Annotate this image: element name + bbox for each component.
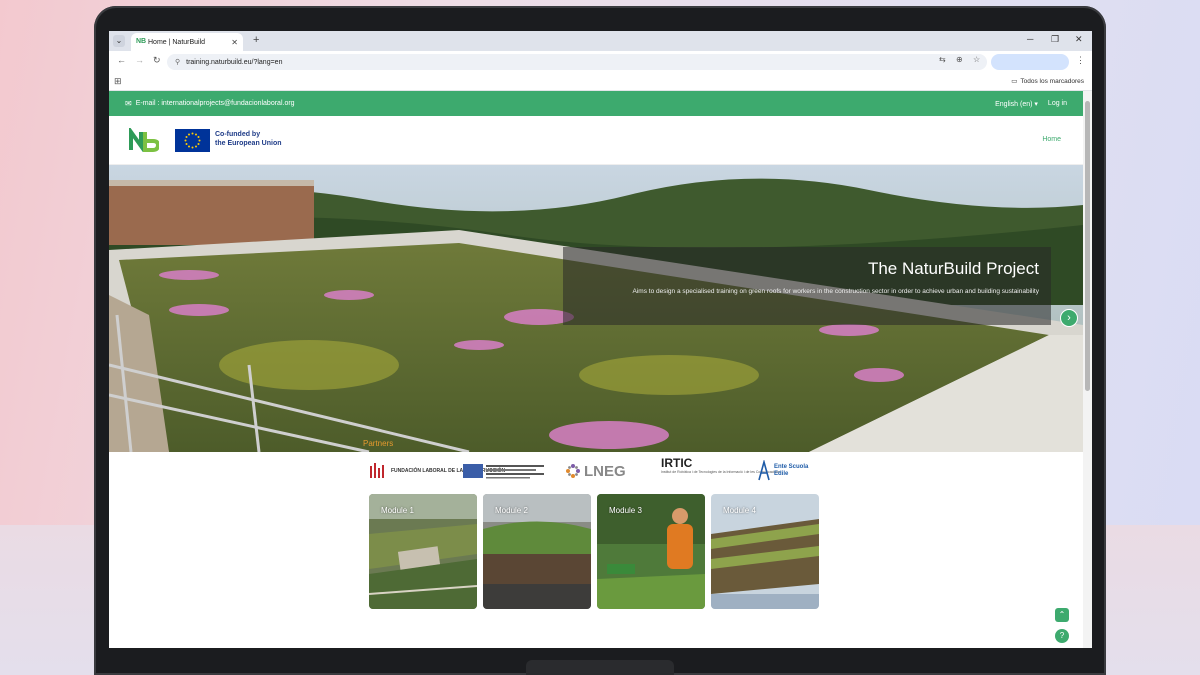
eu-cofunded-text: Co-funded by the European Union xyxy=(215,130,282,148)
folder-icon: ▭ xyxy=(1011,78,1018,85)
hero-carousel: The NaturBuild Project Aims to design a … xyxy=(109,165,1083,452)
minimize-icon[interactable]: ─ xyxy=(1027,34,1033,44)
hero-subtitle: Aims to design a specialised training on… xyxy=(632,288,1039,295)
module-card-4[interactable]: Module 4 xyxy=(711,494,819,609)
hero-caption: The NaturBuild Project Aims to design a … xyxy=(563,247,1051,325)
bookmark-star-icon[interactable]: ☆ xyxy=(973,55,980,64)
partner-name: IRTIC xyxy=(661,456,693,470)
browser-window: ⌄ NB Home | NaturBuild ✕ + ─ ❐ ✕ ← → ↻ ⚲… xyxy=(109,31,1092,648)
eu-flag-icon xyxy=(175,129,210,152)
address-bar-row: ← → ↻ ⚲ training.naturbuild.eu/?lang=en … xyxy=(109,51,1092,73)
email-text[interactable]: E-mail : internationalprojects@fundacion… xyxy=(136,100,295,107)
eu-line-1: Co-funded by xyxy=(215,131,261,138)
naturbuild-favicon-icon: NB xyxy=(136,38,147,45)
partner-lneg[interactable]: LNEG xyxy=(565,456,626,486)
government-logo-icon xyxy=(463,464,544,479)
nav-home-link[interactable]: Home xyxy=(1042,136,1061,143)
eu-line-2: the European Union xyxy=(215,140,282,147)
bookmarks-folder-label: Todos los marcadores xyxy=(1020,77,1084,85)
carousel-next-icon[interactable]: › xyxy=(1060,309,1078,327)
web-page: ✉ E-mail : internationalprojects@fundaci… xyxy=(109,91,1083,648)
module-card-1[interactable]: Module 1 xyxy=(369,494,477,609)
scrollbar-thumb[interactable] xyxy=(1085,101,1090,391)
module-label: Module 4 xyxy=(723,506,756,515)
module-card-2[interactable]: Module 2 xyxy=(483,494,591,609)
module-label: Module 1 xyxy=(381,506,414,515)
apps-grid-icon[interactable]: ⊞ xyxy=(114,76,122,87)
help-button[interactable]: ? xyxy=(1055,629,1069,643)
top-contact-bar: ✉ E-mail : internationalprojects@fundaci… xyxy=(109,91,1083,116)
zoom-icon[interactable]: ⊕ xyxy=(956,55,963,64)
forward-icon[interactable]: → xyxy=(135,55,144,65)
site-info-icon[interactable]: ⚲ xyxy=(175,58,180,66)
profile-button[interactable] xyxy=(991,54,1069,70)
scroll-top-button[interactable]: ⌃ xyxy=(1055,608,1069,622)
module-label: Module 2 xyxy=(495,506,528,515)
login-link[interactable]: Log in xyxy=(1048,100,1067,107)
hero-title: The NaturBuild Project xyxy=(867,259,1039,278)
partner-ente-scuola-edile[interactable]: Ente Scuola Edile xyxy=(757,456,814,486)
language-selector[interactable]: English (en) ▾ xyxy=(995,100,1038,108)
question-icon: ? xyxy=(1059,631,1065,640)
site-header: Co-funded by the European Union Home xyxy=(109,116,1083,165)
translate-icon[interactable]: ⇆ xyxy=(939,55,946,64)
tab-close-icon[interactable]: ✕ xyxy=(231,38,238,47)
url-field[interactable]: ⚲ training.naturbuild.eu/?lang=en xyxy=(167,54,987,70)
tab-title: Home | NaturBuild xyxy=(148,38,206,46)
module-label: Module 3 xyxy=(609,506,642,515)
all-bookmarks-folder[interactable]: ▭ Todos los marcadores xyxy=(1011,77,1084,86)
partner-name: Ente Scuola Edile xyxy=(774,464,809,477)
url-text: training.naturbuild.eu/?lang=en xyxy=(186,58,283,66)
naturbuild-logo[interactable] xyxy=(129,128,159,152)
page-scrollbar[interactable] xyxy=(1083,91,1092,648)
lneg-logo-icon xyxy=(566,464,580,478)
envelope-icon: ✉ xyxy=(125,99,132,108)
laptop-hinge xyxy=(526,660,674,675)
tab-search-icon[interactable]: ⌄ xyxy=(113,35,125,47)
fundacion-logo-icon xyxy=(370,463,384,478)
restore-icon[interactable]: ❐ xyxy=(1051,34,1059,45)
reload-icon[interactable]: ↻ xyxy=(153,55,161,66)
chevron-up-icon: ⌃ xyxy=(1058,610,1066,619)
ente-scuola-logo-icon xyxy=(758,460,770,481)
tab-bar: ⌄ NB Home | NaturBuild ✕ + ─ ❐ ✕ xyxy=(109,31,1092,51)
partners-heading: Partners xyxy=(363,439,394,448)
new-tab-icon[interactable]: + xyxy=(253,34,259,46)
module-card-3[interactable]: Module 3 xyxy=(597,494,705,609)
menu-kebab-icon[interactable]: ⋮ xyxy=(1076,55,1085,66)
back-icon[interactable]: ← xyxy=(117,55,126,65)
bookmarks-bar: ⊞ ▭ Todos los marcadores xyxy=(109,73,1092,91)
tab-home[interactable]: NB Home | NaturBuild ✕ xyxy=(131,33,243,51)
close-window-icon[interactable]: ✕ xyxy=(1075,34,1083,45)
partner-regional-government[interactable] xyxy=(463,456,547,486)
partner-name: LNEG xyxy=(584,462,626,480)
